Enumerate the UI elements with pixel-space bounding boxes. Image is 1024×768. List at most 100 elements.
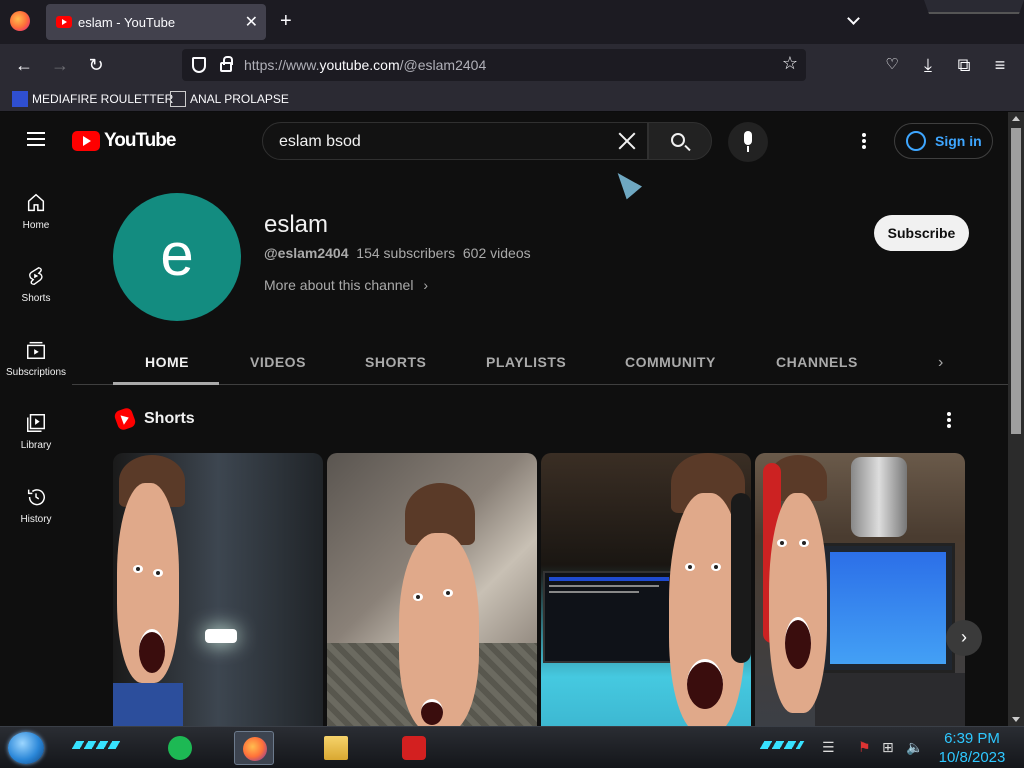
home-icon (27, 193, 45, 212)
subscribe-button[interactable]: Subscribe (874, 215, 969, 251)
new-tab-button[interactable]: + (280, 10, 292, 33)
taskbar-app-notes[interactable] (160, 731, 200, 765)
flash-icon (402, 736, 426, 760)
thumbnail-shirt (113, 683, 183, 726)
settings-kebab-icon[interactable] (862, 133, 866, 149)
pocket-icon[interactable]: ♡ (882, 55, 902, 75)
channel-avatar[interactable]: e (113, 193, 241, 321)
downloads-icon[interactable]: ⤓ (918, 55, 938, 75)
url-bar[interactable]: https://www.youtube.com/@eslam2404 ☆ (182, 49, 806, 81)
thumbnail-eye (685, 563, 695, 571)
guide-menu-icon[interactable] (27, 132, 45, 146)
system-clock[interactable]: 6:39 PM 10/8/2023 (936, 729, 1008, 767)
thumbnail-kettle (851, 457, 907, 537)
active-tab-indicator (113, 382, 219, 385)
tab-title: eslam - YouTube (78, 15, 176, 30)
short-thumbnail[interactable] (541, 453, 751, 726)
bookmark-star-icon[interactable]: ☆ (782, 53, 798, 74)
more-about-channel-link[interactable]: More about this channel › (264, 277, 428, 293)
scroll-up-arrow-icon[interactable] (1012, 116, 1020, 121)
extensions-icon[interactable]: ⧉ (954, 55, 974, 75)
shorts-section-title: Shorts (144, 410, 195, 427)
video-count: 602 videos (462, 245, 531, 261)
thumbnail-eye (443, 589, 453, 597)
monitor-text-line (549, 591, 639, 593)
start-orb-icon[interactable] (8, 732, 44, 764)
volume-icon[interactable]: 🔈 (906, 739, 923, 756)
list-all-tabs-chevron-icon[interactable] (846, 12, 862, 28)
subscriber-count: 154 subscribers (356, 245, 456, 261)
sign-in-button[interactable]: Sign in (894, 123, 993, 159)
short-thumbnail[interactable] (113, 453, 323, 726)
thumbnail-mouth (139, 629, 165, 673)
tab-playlists[interactable]: PLAYLISTS (486, 354, 566, 370)
thumbnail-mouth (785, 617, 811, 669)
search-input[interactable]: eslam bsod (279, 133, 361, 151)
library-icon (27, 414, 45, 432)
action-center-flag-icon[interactable]: ⚑ (858, 739, 871, 756)
taskbar-decoration (71, 741, 121, 749)
tab-videos[interactable]: VIDEOS (250, 354, 306, 370)
sidebar-item-history[interactable]: History (0, 486, 72, 525)
clear-search-icon[interactable] (613, 127, 641, 155)
bookmark-item[interactable]: ANAL PROLAPSE (170, 91, 289, 107)
short-thumbnail[interactable] (755, 453, 965, 726)
sidebar-label: Shorts (21, 293, 51, 304)
search-button[interactable] (648, 122, 712, 160)
shorts-icon (29, 267, 43, 285)
scroll-down-arrow-icon[interactable] (1012, 717, 1020, 722)
network-icon[interactable]: ⊞ (882, 739, 894, 756)
tabs-scroll-right-icon[interactable]: › (938, 354, 943, 372)
search-box[interactable]: eslam bsod (262, 122, 648, 160)
firefox-icon[interactable] (10, 11, 30, 31)
youtube-favicon-icon (56, 16, 72, 28)
reload-icon[interactable]: ↻ (86, 55, 106, 75)
tab-close-icon[interactable]: ✕ (245, 12, 258, 32)
taskbar-app-firefox[interactable] (234, 731, 274, 765)
page-icon (170, 91, 186, 107)
sidebar-item-home[interactable]: Home (0, 192, 72, 231)
monitor-text-line (549, 585, 659, 587)
menu-hamburger-icon[interactable]: ≡ (990, 55, 1010, 75)
search-icon (671, 133, 685, 147)
url-text[interactable]: https://www.youtube.com/@eslam2404 (244, 57, 486, 73)
back-arrow-icon[interactable]: ← (14, 55, 34, 75)
thumbnail-monitor (543, 571, 673, 663)
youtube-logo-text[interactable]: YouTube (104, 130, 176, 152)
sign-in-label: Sign in (935, 133, 982, 149)
page-scrollbar[interactable] (1008, 112, 1024, 726)
history-icon (27, 489, 45, 506)
folder-icon (324, 736, 348, 760)
taskbar-decoration (759, 741, 805, 749)
browser-tab[interactable]: eslam - YouTube ✕ (46, 4, 266, 40)
tab-shorts[interactable]: SHORTS (365, 354, 426, 370)
tab-home[interactable]: HOME (145, 354, 189, 370)
lock-icon[interactable] (220, 56, 233, 72)
short-thumbnail[interactable] (327, 453, 537, 726)
taskbar-app-flash[interactable] (394, 731, 434, 765)
tray-show-hidden-icon[interactable]: ☰ (822, 739, 835, 756)
voice-search-mic-icon[interactable] (728, 122, 768, 162)
thumbnail-headphones (731, 493, 751, 663)
account-circle-icon (906, 131, 926, 151)
monitor-titlebar (549, 577, 669, 581)
bookmark-item[interactable]: MEDIAFIRE ROULETTER (12, 91, 173, 107)
tab-channels[interactable]: CHANNELS (776, 354, 858, 370)
sidebar-item-library[interactable]: Library (0, 412, 72, 451)
scrollbar-thumb[interactable] (1011, 128, 1021, 434)
forward-arrow-icon[interactable]: → (50, 55, 70, 75)
youtube-logo-icon[interactable] (72, 131, 100, 151)
tab-community[interactable]: COMMUNITY (625, 354, 716, 370)
shelf-next-button[interactable]: › (946, 620, 982, 656)
clock-time: 6:39 PM (944, 730, 1000, 747)
bookmarks-toolbar: MEDIAFIRE ROULETTER ANAL PROLAPSE (0, 86, 1024, 112)
taskbar-app-explorer[interactable] (316, 731, 356, 765)
thumbnail-keyboard (815, 673, 965, 726)
sidebar-item-subscriptions[interactable]: Subscriptions (0, 339, 72, 378)
tracking-protection-shield-icon[interactable] (192, 57, 206, 73)
shorts-menu-kebab-icon[interactable] (947, 412, 951, 430)
channel-name: eslam (264, 211, 329, 238)
sidebar-label: History (20, 514, 52, 525)
sidebar-item-shorts[interactable]: Shorts (0, 265, 72, 304)
thumbnail-laptop (821, 543, 955, 673)
